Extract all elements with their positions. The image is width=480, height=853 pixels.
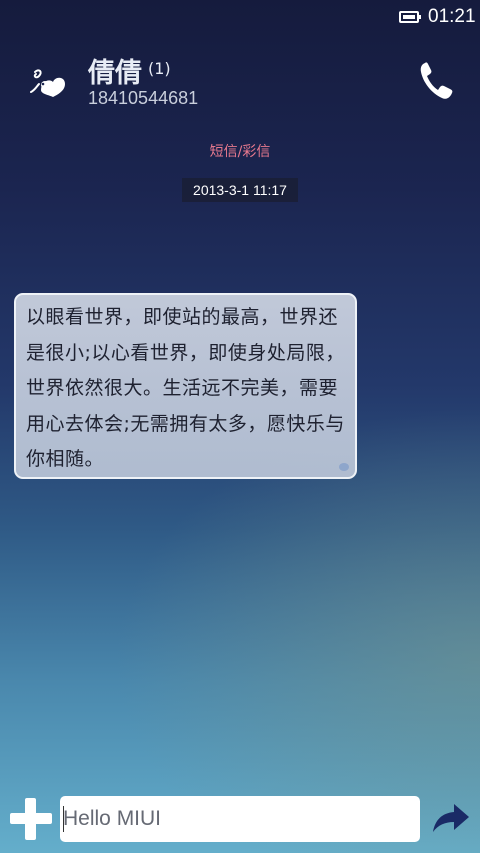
message-timestamp: 2013-3-1 11:17	[182, 178, 298, 202]
composer-bar	[0, 790, 480, 850]
contact-name: 倩倩	[88, 58, 142, 89]
plus-icon[interactable]	[10, 798, 52, 840]
status-clock: 01:21	[428, 6, 476, 27]
send-arrow-icon[interactable]	[432, 802, 470, 834]
message-type-label: 短信/彩信	[209, 144, 271, 160]
incoming-message-bubble[interactable]: 以眼看世界，即使站的最高，世界还是很小;以心看世界，即使身处局限，世界依然很大。…	[14, 293, 357, 479]
battery-full-icon	[399, 11, 421, 23]
contact-avatar-icon[interactable]	[27, 64, 71, 100]
contact-number: 18410544681	[88, 88, 199, 108]
status-bar: 01:21	[0, 0, 480, 36]
bubble-corner-mark	[339, 463, 349, 471]
conversation-header: 倩倩 (1) 18410544681	[0, 50, 480, 120]
text-cursor	[63, 806, 64, 832]
phone-icon[interactable]	[418, 60, 454, 100]
message-input[interactable]	[60, 796, 420, 842]
message-text: 以眼看世界，即使站的最高，世界还是很小;以心看世界，即使身处局限，世界依然很大。…	[26, 306, 345, 470]
unread-count: (1)	[148, 59, 171, 78]
